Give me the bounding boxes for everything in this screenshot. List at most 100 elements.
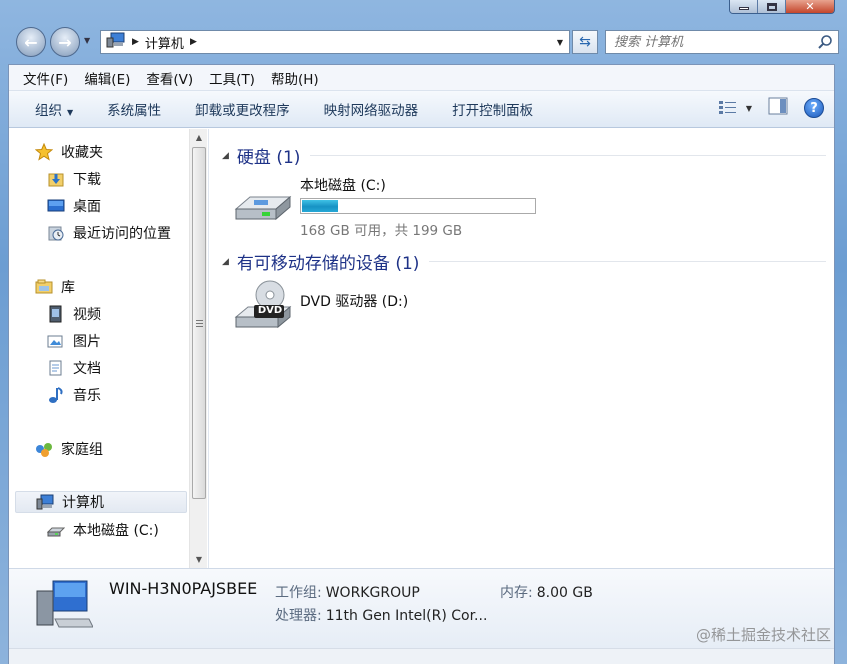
menu-tools[interactable]: 工具(T) (201, 68, 263, 88)
preview-pane-button[interactable] (768, 97, 788, 119)
group-removable-storage[interactable]: ◢ 有可移动存储的设备 (1) (222, 249, 826, 274)
drive-c-name: 本地磁盘 (C:) (300, 178, 386, 194)
workgroup-info: 工作组: WORKGROUP (275, 582, 420, 602)
nav-music-label: 音乐 (73, 388, 101, 404)
minimize-icon (738, 7, 749, 10)
drive-d-name: DVD 驱动器 (D:) (300, 294, 409, 310)
forward-arrow-icon: → (58, 32, 72, 52)
address-bar[interactable]: ▶ 计算机 ▶ ▼ (100, 30, 570, 54)
content-pane: ◢ 硬盘 (1) 本地磁盘 (C:) 168 GB 可用，共 199 GB ◢ … (210, 129, 834, 568)
recent-pages-dropdown[interactable]: ▼ (84, 36, 90, 45)
workgroup-label: 工作组: (275, 585, 322, 601)
scroll-down-icon[interactable]: ▼ (190, 551, 208, 568)
breadcrumb-separator-icon[interactable]: ▶ (190, 37, 197, 47)
nav-recent-places[interactable]: 最近访问的位置 (47, 222, 171, 244)
scroll-up-icon[interactable]: ▲ (190, 129, 208, 146)
navigation-scrollbar[interactable]: ▲ ▼ (189, 129, 207, 568)
uninstall-program-button[interactable]: 卸载或更改程序 (179, 99, 308, 119)
nav-downloads-label: 下载 (73, 172, 101, 188)
search-input[interactable] (614, 34, 804, 50)
preview-pane-icon (768, 97, 788, 115)
nav-libraries-label: 库 (61, 280, 75, 296)
view-controls: ▼ ? (718, 97, 824, 119)
nav-homegroup-label: 家庭组 (61, 442, 103, 458)
menu-help[interactable]: 帮助(H) (263, 68, 327, 88)
organize-button[interactable]: 组织 ▼ (19, 99, 91, 119)
nav-music[interactable]: 音乐 (47, 384, 101, 406)
computer-name: WIN-H3N0PAJSBEE (109, 579, 258, 598)
collapse-icon[interactable]: ◢ (222, 257, 229, 267)
dvd-label: DVD (257, 305, 283, 316)
group-divider (310, 155, 826, 156)
maximize-button[interactable] (758, 0, 786, 13)
back-button[interactable]: ← (16, 27, 46, 57)
computer-icon (106, 32, 126, 52)
pictures-icon (47, 332, 65, 350)
workgroup-value: WORKGROUP (325, 585, 420, 601)
window-frame: ✕ ← → ▼ ▶ 计算机 ▶ ▼ ⇆ 搜索 计算机 文件(F) 编辑(E) 查… (0, 0, 847, 664)
nav-homegroup[interactable]: 家庭组 (35, 438, 103, 460)
nav-downloads[interactable]: 下载 (47, 168, 101, 190)
scrollbar-thumb[interactable] (192, 147, 206, 499)
menu-view[interactable]: 查看(V) (138, 68, 201, 88)
back-arrow-icon: ← (24, 32, 38, 52)
close-icon: ✕ (805, 0, 815, 13)
menu-file[interactable]: 文件(F) (15, 68, 76, 88)
nav-libraries[interactable]: 库 (35, 276, 75, 298)
help-icon[interactable]: ? (804, 98, 824, 118)
scrollbar-grip-icon (196, 320, 203, 329)
group-divider (429, 261, 826, 262)
nav-desktop[interactable]: 桌面 (47, 195, 101, 217)
computer-icon (33, 575, 94, 637)
drive-c[interactable]: 本地磁盘 (C:) 168 GB 可用，共 199 GB (232, 175, 536, 239)
nav-local-disk[interactable]: 本地磁盘 (C:) (47, 519, 159, 541)
breadcrumb-computer[interactable]: 计算机 (145, 33, 184, 52)
memory-info: 内存: 8.00 GB (500, 582, 593, 602)
view-options-icon (718, 101, 736, 114)
system-properties-button[interactable]: 系统属性 (91, 99, 179, 119)
nav-documents-label: 文档 (73, 361, 101, 377)
nav-documents[interactable]: 文档 (47, 357, 101, 379)
hard-drive-icon (47, 521, 65, 539)
change-view-button[interactable]: ▼ (718, 99, 752, 117)
forward-button[interactable]: → (50, 27, 80, 57)
libraries-icon (35, 278, 53, 296)
drive-c-capacity-fill (302, 200, 338, 212)
breadcrumb-separator-icon[interactable]: ▶ (132, 37, 139, 47)
nav-desktop-label: 桌面 (73, 199, 101, 215)
chevron-down-icon: ▼ (67, 108, 74, 117)
nav-computer[interactable]: 计算机 (15, 491, 187, 513)
command-bar: 组织 ▼ 系统属性 卸载或更改程序 映射网络驱动器 打开控制面板 ▼ ? (9, 91, 834, 128)
star-icon (35, 143, 53, 161)
nav-pictures-label: 图片 (73, 334, 101, 350)
nav-pictures[interactable]: 图片 (47, 330, 101, 352)
address-dropdown-icon[interactable]: ▼ (551, 31, 569, 53)
nav-favorites[interactable]: 收藏夹 (35, 141, 103, 163)
close-button[interactable]: ✕ (786, 0, 834, 13)
nav-recent-places-label: 最近访问的位置 (73, 226, 171, 242)
music-icon (47, 386, 65, 404)
status-bar (9, 648, 834, 664)
open-control-panel-button[interactable]: 打开控制面板 (436, 99, 551, 119)
menu-edit[interactable]: 编辑(E) (76, 68, 138, 88)
collapse-icon[interactable]: ◢ (222, 151, 229, 161)
nav-videos-label: 视频 (73, 307, 101, 323)
memory-label: 内存: (500, 585, 533, 601)
search-box[interactable] (605, 30, 839, 54)
organize-label: 组织 (35, 103, 62, 119)
navigation-bar: ← → ▼ ▶ 计算机 ▶ ▼ ⇆ (14, 26, 839, 58)
drive-c-info: 本地磁盘 (C:) 168 GB 可用，共 199 GB (300, 175, 536, 239)
search-icon[interactable] (817, 34, 833, 54)
refresh-icon: ⇆ (579, 34, 591, 50)
group-hard-disks[interactable]: ◢ 硬盘 (1) (222, 143, 826, 168)
recent-places-icon (47, 224, 65, 242)
drive-c-capacity-bar (300, 198, 536, 214)
map-network-drive-button[interactable]: 映射网络驱动器 (308, 99, 437, 119)
nav-local-disk-label: 本地磁盘 (C:) (73, 523, 159, 539)
drive-d[interactable]: DVD DVD 驱动器 (D:) (232, 279, 408, 339)
navigation-pane: 收藏夹 下载 桌面 最近访问的位置 库 视频 图片 文档 音乐 家庭组 计算机 … (9, 129, 209, 568)
minimize-button[interactable] (730, 0, 758, 13)
refresh-button[interactable]: ⇆ (572, 30, 598, 54)
nav-videos[interactable]: 视频 (47, 303, 101, 325)
caption-buttons: ✕ (729, 0, 835, 14)
